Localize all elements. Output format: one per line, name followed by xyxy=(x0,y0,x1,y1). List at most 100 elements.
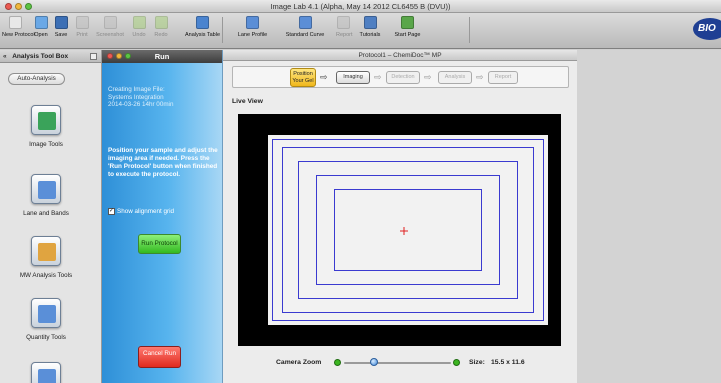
center-crosshair-icon xyxy=(400,227,408,235)
quantity-tools-icon xyxy=(31,298,61,328)
toolbar-button-label: Screenshot xyxy=(96,32,124,38)
protocol-window: Protocol1 – ChemiDoc™ MP Position Your G… xyxy=(223,50,577,383)
tool-lane-and-bands[interactable]: Lane and Bands xyxy=(0,174,92,217)
toolbar-standard-curve-button[interactable]: Standard Curve xyxy=(277,15,333,47)
tool-box-header: « Analysis Tool Box xyxy=(0,50,101,63)
run-zoom-button[interactable] xyxy=(125,53,131,59)
image-tools-icon xyxy=(31,105,61,135)
toolbar-open-button[interactable]: Open xyxy=(31,15,51,47)
run-protocol-label: Run Protocol xyxy=(141,240,178,247)
image-tools-icon-graphic xyxy=(38,112,56,130)
toolbar-start-page-button[interactable]: Start Page xyxy=(390,15,425,47)
run-panel-title-bar: Run xyxy=(102,50,222,63)
redo-icon xyxy=(154,16,168,29)
toolbar-lane-profile-button[interactable]: Lane Profile xyxy=(229,15,276,47)
close-window-button[interactable] xyxy=(5,3,12,10)
additional-tool-graphic xyxy=(38,369,56,383)
protocol-steps-bar: Position Your Gel ⇨ Imaging ⇨ Detection ⇨ Anal… xyxy=(232,66,569,88)
toolbar-button-label: Open xyxy=(34,32,48,38)
show-alignment-grid-label: Show alignment grid xyxy=(117,208,175,215)
additional-tool-icon xyxy=(31,362,61,383)
zoom-window-button[interactable] xyxy=(25,3,32,10)
size-label: Size: xyxy=(469,359,485,366)
tool-box-title: Analysis Tool Box xyxy=(12,53,69,60)
toolbar-button-label: Start Page xyxy=(394,32,421,38)
step-arrow-icon: ⇨ xyxy=(424,72,432,82)
step-arrow-icon: ⇨ xyxy=(476,72,484,82)
protocol-window-title: Protocol1 – ChemiDoc™ MP xyxy=(358,52,442,59)
toolbar-button-label: Tutorials xyxy=(359,32,381,38)
zoom-out-button[interactable] xyxy=(334,359,341,366)
toolbar-separator xyxy=(469,17,470,43)
step-arrow-icon: ⇨ xyxy=(374,72,382,82)
quantity-tools-icon-graphic xyxy=(38,305,56,323)
auto-analysis-button[interactable]: Auto-Analysis xyxy=(8,73,65,85)
step-arrow-icon: ⇨ xyxy=(320,72,328,82)
show-alignment-grid-checkbox[interactable]: ✓ xyxy=(108,208,115,215)
printer-icon xyxy=(75,16,89,29)
camera-zoom-slider-thumb[interactable] xyxy=(369,358,378,366)
tool-partially-visible[interactable] xyxy=(0,362,92,383)
bio-rad-logo: BIO xyxy=(693,18,721,40)
toolbar-button-label: Redo xyxy=(154,32,168,38)
run-panel-title: Run xyxy=(154,52,170,61)
tool-box-detach-icon[interactable] xyxy=(90,53,97,60)
show-alignment-grid-option[interactable]: ✓ Show alignment grid xyxy=(108,208,174,215)
tool-quantity-tools[interactable]: Quantity Tools xyxy=(0,298,92,341)
window-controls xyxy=(5,3,32,10)
live-view-image[interactable] xyxy=(238,114,561,346)
toolbar-button-label: Standard Curve xyxy=(285,32,325,38)
toolbar-undo-button[interactable]: Undo xyxy=(129,15,149,47)
run-close-button[interactable] xyxy=(107,53,113,59)
run-window-controls xyxy=(107,53,131,59)
tool-image-tools[interactable]: Image Tools xyxy=(0,105,92,148)
step-imaging[interactable]: Imaging xyxy=(336,71,370,84)
run-minimize-button[interactable] xyxy=(116,53,122,59)
tool-label: Quantity Tools xyxy=(26,334,66,341)
toolbar-save-button[interactable]: Save xyxy=(52,15,70,47)
toolbar-tutorials-button[interactable]: Tutorials xyxy=(353,15,387,47)
creating-image-file-text: Creating Image File: Systems Integration… xyxy=(108,86,174,108)
report-icon xyxy=(337,16,350,29)
live-view-label: Live View xyxy=(232,98,263,105)
tool-label: MW Analysis Tools xyxy=(19,272,73,279)
step-report[interactable]: Report xyxy=(488,71,518,84)
lane-bands-icon-graphic xyxy=(38,181,56,199)
step-detection[interactable]: Detection xyxy=(386,71,420,84)
toolbar-button-label: Analysis Table xyxy=(184,32,221,38)
toolbar-screenshot-button[interactable]: Screenshot xyxy=(95,15,125,47)
toolbar-new-protocol-button[interactable]: New Protocol xyxy=(2,15,35,47)
camera-zoom-slider-track[interactable] xyxy=(344,362,451,364)
screenshot-icon xyxy=(103,16,117,29)
run-panel: Run Creating Image File: Systems Integra… xyxy=(102,50,223,383)
desktop-background xyxy=(577,50,721,383)
collapse-chevron-icon[interactable]: « xyxy=(3,53,7,60)
toolbar-redo-button[interactable]: Redo xyxy=(151,15,171,47)
lane-profile-icon xyxy=(246,16,259,29)
toolbar-button-label: Report xyxy=(336,32,353,38)
zoom-in-button[interactable] xyxy=(453,359,460,366)
toolbar-analysis-table-button[interactable]: Analysis Table xyxy=(180,15,225,47)
minimize-window-button[interactable] xyxy=(15,3,22,10)
toolbar-print-button[interactable]: Print xyxy=(72,15,92,47)
step-analysis[interactable]: Analysis xyxy=(438,71,472,84)
toolbar-report-button[interactable]: Report xyxy=(336,15,353,47)
toolbar-button-label: Undo xyxy=(132,32,146,38)
cancel-run-label: Cancel Run xyxy=(143,350,176,357)
toolbar-button-label: New Protocol xyxy=(2,32,35,38)
app-title-bar: Image Lab 4.1 (Alpha, May 14 2012 CL6455… xyxy=(0,0,721,13)
cancel-run-button[interactable]: Cancel Run xyxy=(138,346,181,368)
toolbar-button-label: Save xyxy=(54,32,68,38)
run-instructions: Position your sample and adjust the imag… xyxy=(108,147,218,178)
run-protocol-button[interactable]: Run Protocol xyxy=(138,234,181,254)
folder-icon xyxy=(34,16,48,29)
app-title: Image Lab 4.1 (Alpha, May 14 2012 CL6455… xyxy=(270,2,451,11)
tool-mw-analysis-tools[interactable]: MW Analysis Tools xyxy=(0,236,92,279)
protocol-window-title-bar: Protocol1 – ChemiDoc™ MP xyxy=(223,50,577,61)
camera-zoom-bar: Camera Zoom Size: 15.5 x 11.6 xyxy=(223,356,577,370)
start-page-icon xyxy=(401,16,414,29)
main-toolbar: New Protocol Open Save Print Screenshot Undo R… xyxy=(0,13,721,49)
auto-analysis-label: Auto-Analysis xyxy=(17,75,56,82)
table-icon xyxy=(196,16,209,29)
step-position-your-gel[interactable]: Position Your Gel xyxy=(290,68,316,87)
